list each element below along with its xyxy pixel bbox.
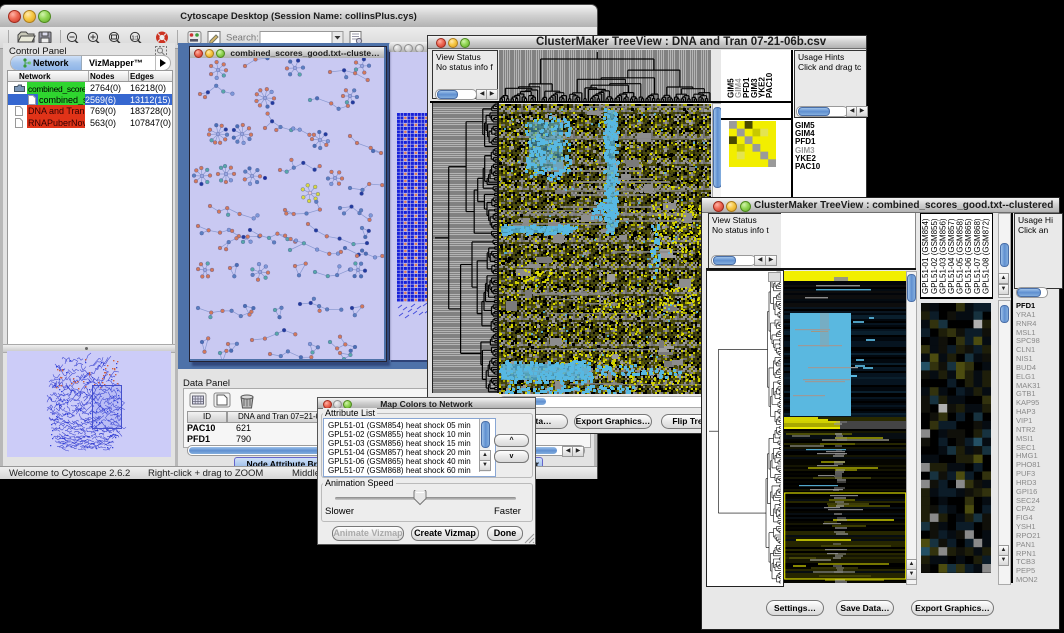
svg-text:GPL51-08 (GSM872): GPL51-08 (GSM872) [981,218,990,294]
svg-text:1:1: 1:1 [132,36,139,42]
svg-text:PAC10: PAC10 [765,72,774,98]
svg-text:Search:: Search: [226,33,259,44]
